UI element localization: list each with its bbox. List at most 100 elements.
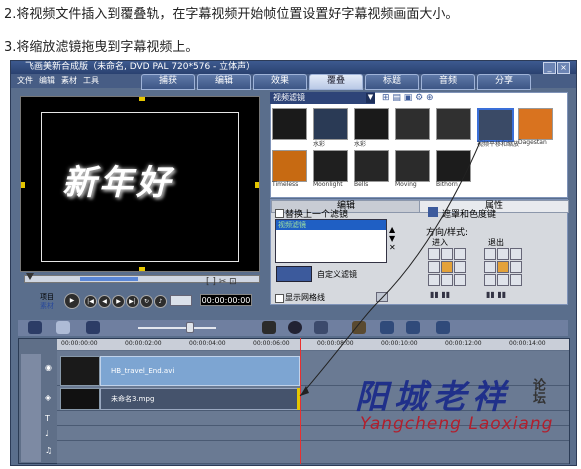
filter-thumbnail[interactable] [518,108,553,140]
audio-view-icon[interactable] [86,321,100,334]
tab-capture[interactable]: 捕获 [141,74,195,90]
end-icon[interactable]: ▶| [126,295,139,308]
exit-direction-cell[interactable] [510,248,522,260]
storyboard-view-icon[interactable] [28,321,42,334]
enter-label: 进入 [432,238,448,247]
filter-thumbnail[interactable] [477,108,514,142]
video-clip[interactable]: HB_travel_End.avi [100,356,300,386]
scrubber-icon[interactable] [26,273,34,280]
volume-icon[interactable]: ♪ [154,295,167,308]
filter-thumbnail[interactable] [272,150,307,182]
filter-thumbnail[interactable] [313,150,348,182]
zoom-slider[interactable] [138,327,216,329]
next-frame-icon[interactable]: ▶ [112,295,125,308]
crop-icon[interactable]: [ ] ✂ ⊡ [206,277,237,287]
track-selector-strip[interactable] [21,354,41,462]
zoom-slider-handle[interactable] [186,322,194,333]
minimize-button[interactable]: _ [543,62,556,74]
close-button[interactable]: × [557,62,570,74]
motion-style-icons[interactable]: ▮▮ ▮▮ [486,290,506,299]
grid-settings-icon[interactable] [376,292,388,302]
enter-direction-cell[interactable] [441,248,453,260]
exit-direction-cell[interactable] [497,274,509,286]
overlay-clip-thumbnail[interactable] [60,388,100,410]
filter-thumbnail-label: 视频平移和缩放 [477,141,520,148]
exit-direction-cell[interactable] [510,261,522,273]
enter-direction-cell[interactable] [428,274,440,286]
tab-overlay[interactable]: 覆叠 [309,74,363,90]
filter-thumbnail[interactable] [436,150,471,182]
tab-share[interactable]: 分享 [477,74,531,90]
filter-thumbnail[interactable] [354,150,389,182]
exit-direction-cell[interactable] [497,261,509,273]
chapter-icon[interactable] [406,321,420,334]
resize-handle[interactable] [255,182,259,188]
smart-proxy-icon[interactable] [314,321,328,334]
exit-direction-cell[interactable] [484,261,496,273]
applied-filter-item[interactable]: 视频滤镜 [276,220,386,230]
clip-mode-label[interactable]: 素材 [40,301,54,311]
filter-thumbnail[interactable] [272,108,307,140]
filter-thumbnail[interactable] [436,108,471,140]
filter-thumbnail[interactable] [354,108,389,140]
menu-tools[interactable]: 工具 [83,75,99,86]
filter-thumbnail[interactable] [395,150,430,182]
resize-handle[interactable] [21,182,25,188]
mark-in-out-icon[interactable] [170,295,192,306]
resize-handle[interactable] [139,97,145,101]
overlay-track-icon: ◈ [45,393,52,402]
exit-direction-cell[interactable] [484,248,496,260]
timecode-display[interactable]: 00:00:00:00 [200,294,252,306]
time-ruler[interactable]: 00:00:00:00 00:00:02:00 00:00:04:00 00:00:0… [57,339,569,350]
exit-direction-cell[interactable] [484,274,496,286]
library-toolbar-icons[interactable]: ⊞ ▤ ▣ ⚙ ⊕ [382,93,434,103]
exit-direction-cell[interactable] [510,274,522,286]
menu-clip[interactable]: 素材 [61,75,77,86]
enter-direction-cell[interactable] [454,261,466,273]
resize-handle[interactable] [139,267,145,271]
applied-filter-list[interactable]: 视频滤镜 [275,219,387,263]
overlay-title-text[interactable]: 新年好 [62,155,173,204]
motion-style-icons[interactable]: ▮▮ ▮▮ [430,290,450,299]
filter-category-dropdown[interactable]: 视频滤镜 [270,92,375,104]
chevron-down-icon[interactable]: ▼ [366,93,375,103]
reset-icon[interactable] [288,321,302,334]
track-manager-icon[interactable] [380,321,394,334]
menu-edit[interactable]: 编辑 [39,75,55,86]
trim-range [80,277,138,281]
record-icon[interactable] [262,321,276,334]
mask-icon[interactable] [428,207,438,217]
tab-title[interactable]: 标题 [365,74,419,90]
filter-preset-dropdown[interactable] [276,266,312,282]
replace-filter-checkbox[interactable] [275,209,284,218]
music-track[interactable] [57,441,569,464]
menu-file[interactable]: 文件 [17,75,33,86]
enter-direction-cell[interactable] [454,274,466,286]
video-track-icon: ◉ [45,363,52,372]
batch-convert-icon[interactable] [352,321,366,334]
overlay-clip[interactable]: 未命名3.mpg [100,388,300,410]
home-icon[interactable]: |◀ [84,295,97,308]
show-grid-checkbox[interactable] [275,294,284,303]
enter-direction-cell[interactable] [441,274,453,286]
play-icon[interactable]: ▶ [64,293,80,309]
filter-thumbnail[interactable] [395,108,430,140]
prev-frame-icon[interactable]: ◀ [98,295,111,308]
repeat-icon[interactable]: ↻ [140,295,153,308]
enter-direction-cell[interactable] [428,261,440,273]
custom-filter-button[interactable]: 自定义滤镜 [317,269,357,280]
tab-edit[interactable]: 编辑 [197,74,251,90]
playhead[interactable] [300,338,301,464]
video-clip-thumbnail[interactable] [60,356,100,386]
enter-direction-cell[interactable] [441,261,453,273]
tab-effect[interactable]: 效果 [253,74,307,90]
mask-chroma-button[interactable]: 遮罩和色度键 [442,207,496,220]
enter-direction-cell[interactable] [454,248,466,260]
enter-direction-cell[interactable] [428,248,440,260]
filter-thumbnail[interactable] [313,108,348,140]
move-filter-icons[interactable]: ▲ ▼ ✕ [389,225,396,252]
snapshot-icon[interactable] [436,321,450,334]
timeline-view-icon[interactable] [56,321,70,334]
exit-direction-cell[interactable] [497,248,509,260]
tab-audio[interactable]: 音频 [421,74,475,90]
